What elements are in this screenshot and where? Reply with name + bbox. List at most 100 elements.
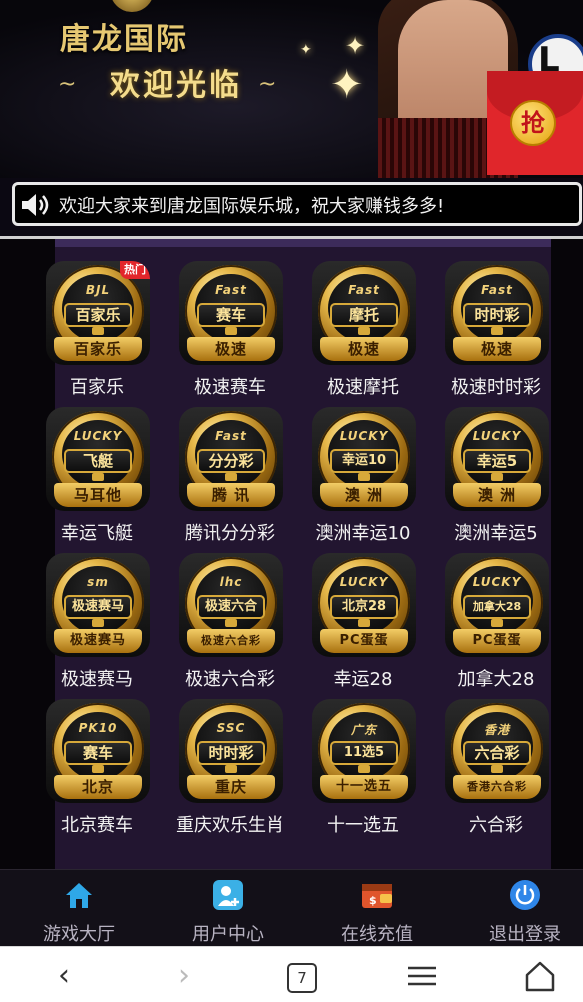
game-sub-plate: 重庆 [187,775,275,799]
swirl-left-icon: ~ [58,72,77,97]
game-eyebrow: 广东 [350,723,377,737]
game-label: 幸运28 [333,669,393,690]
game-tile[interactable]: lhc 极速六合 极速六合彩 极速六合彩 [163,553,297,693]
game-tile[interactable]: Fast 分分彩腾 讯腾讯分分彩 [163,407,297,547]
menu-icon[interactable] [402,959,442,993]
nav-logout[interactable]: 退出登录 [452,870,583,947]
game-label: 幸运飞艇 [61,523,133,544]
game-icon[interactable]: LUCKY 飞艇 马耳他 [46,407,150,511]
header-banner: 唐龙国际 ~ 欢迎光临 ~ ✦ ✦ ✦ L 抢 [0,0,583,178]
game-tile[interactable]: SSC 时时彩 重庆 重庆欢乐生肖 [163,699,297,839]
game-tile[interactable]: LUCKY 幸运5 澳 洲澳洲幸运5 [429,407,563,547]
game-sub-plate: 腾 讯 [187,483,275,507]
power-icon [510,880,540,910]
nav-online-recharge[interactable]: $ 在线充值 [304,870,450,947]
game-eyebrow: PK10 [78,721,118,735]
game-tile[interactable]: Fast 赛车 极速极速赛车 [163,261,297,401]
game-tile[interactable]: Fast 时时彩 极速 极速时时彩 [429,261,563,401]
game-plate: 时时彩 [197,741,265,765]
game-icon[interactable]: 广东 11选5 十一选五 [312,699,416,803]
crown-icon [225,765,237,773]
crown-icon [92,765,104,773]
game-sub-plate: PC蛋蛋 [453,629,541,653]
game-tile[interactable]: LUCKY 加拿大28 PC蛋蛋 加拿大28 [429,553,563,693]
game-plate: 幸运5 [463,449,531,473]
game-label: 极速赛马 [61,669,133,690]
game-sub-plate: 百家乐 [54,337,142,361]
game-sub-plate: 极速六合彩 [187,629,275,653]
game-eyebrow: SSC [216,721,246,735]
game-tile[interactable]: 香港 六合彩 香港六合彩 六合彩 [429,699,563,839]
game-icon[interactable]: LUCKY 加拿大28 PC蛋蛋 [445,553,549,657]
game-label: 极速时时彩 [451,377,541,398]
game-sub-plate: 马耳他 [54,483,142,507]
crown-icon [358,619,370,627]
game-icon[interactable]: BJL 百家乐 百家乐 热门 [46,261,150,365]
game-sub-plate: 香港六合彩 [453,775,541,799]
game-icon[interactable]: LUCKY 北京28 PC蛋蛋 [312,553,416,657]
game-icon[interactable]: Fast 分分彩腾 讯 [179,407,283,511]
game-label: 腾讯分分彩 [185,523,275,544]
forward-icon[interactable]: › [164,959,204,993]
game-plate: 时时彩 [463,303,531,327]
game-eyebrow: LUCKY [472,429,522,443]
game-sub-plate: PC蛋蛋 [320,629,408,653]
game-icon[interactable]: LUCKY 幸运10 澳 洲 [312,407,416,511]
game-label: 北京赛车 [61,815,133,836]
game-plate: 幸运10 [330,449,398,473]
game-tile[interactable]: LUCKY 飞艇 马耳他幸运飞艇 [30,407,164,547]
game-label: 极速赛车 [194,377,266,398]
game-icon[interactable]: PK10 赛车 北京 [46,699,150,803]
speaker-icon [22,194,49,216]
game-icon[interactable]: Fast 摩托 极速 [312,261,416,365]
game-icon[interactable]: sm 极速赛马 极速赛马 [46,553,150,657]
crown-icon [358,765,370,773]
back-icon[interactable]: ‹ [44,959,84,993]
game-icon[interactable]: Fast 时时彩 极速 [445,261,549,365]
browser-toolbar: ‹ › 7 [0,946,583,1002]
nav-user-center[interactable]: 用户中心 [155,870,301,947]
welcome-title: 欢迎光临 [110,68,242,103]
user-add-icon [213,880,243,910]
game-plate: 极速赛马 [64,595,132,619]
game-icon[interactable]: LUCKY 幸运5 澳 洲 [445,407,549,511]
grab-red-packet-label[interactable]: 抢 [510,100,556,146]
game-icon[interactable]: 香港 六合彩 香港六合彩 [445,699,549,803]
game-tile[interactable]: 广东 11选5 十一选五 十一选五 [296,699,430,839]
brand-emblem-icon [110,0,154,12]
tabs-button[interactable]: 7 [287,963,317,993]
nav-label: 在线充值 [341,924,413,945]
swirl-right-icon: ~ [258,72,277,97]
game-eyebrow: LUCKY [73,429,123,443]
game-eyebrow: Fast [348,283,380,297]
crown-icon [491,473,503,481]
game-icon[interactable]: lhc 极速六合 极速六合彩 [179,553,283,657]
game-label: 极速摩托 [327,377,399,398]
game-sub-plate: 极速 [453,337,541,361]
game-plate: 赛车 [197,303,265,327]
game-plate: 加拿大28 [463,595,531,619]
game-tile[interactable]: Fast 摩托 极速极速摩托 [296,261,430,401]
game-eyebrow: 香港 [483,723,510,737]
game-label: 极速六合彩 [185,669,275,690]
game-tile[interactable]: LUCKY 幸运10 澳 洲澳洲幸运10 [296,407,430,547]
game-icon[interactable]: Fast 赛车 极速 [179,261,283,365]
game-icon[interactable]: SSC 时时彩重庆 [179,699,283,803]
game-sub-plate: 澳 洲 [453,483,541,507]
crown-icon [491,327,503,335]
game-tile[interactable]: BJL 百家乐 百家乐 热门 百家乐 [30,261,164,401]
nav-label: 用户中心 [192,924,264,945]
game-tile[interactable]: PK10 赛车 北京 北京赛车 [30,699,164,839]
crown-icon [491,765,503,773]
game-tile[interactable]: LUCKY 北京28 PC蛋蛋幸运28 [296,553,430,693]
home-page-icon[interactable] [520,959,560,993]
nav-game-lobby[interactable]: 游戏大厅 [6,870,152,947]
game-plate: 赛车 [64,741,132,765]
brand-name: 唐龙国际 [60,22,188,57]
game-label: 百家乐 [70,377,124,398]
game-tile[interactable]: sm 极速赛马 极速赛马 极速赛马 [30,553,164,693]
crown-icon [491,619,503,627]
crown-icon [225,473,237,481]
crown-icon [358,473,370,481]
game-label: 澳洲幸运10 [315,523,411,544]
